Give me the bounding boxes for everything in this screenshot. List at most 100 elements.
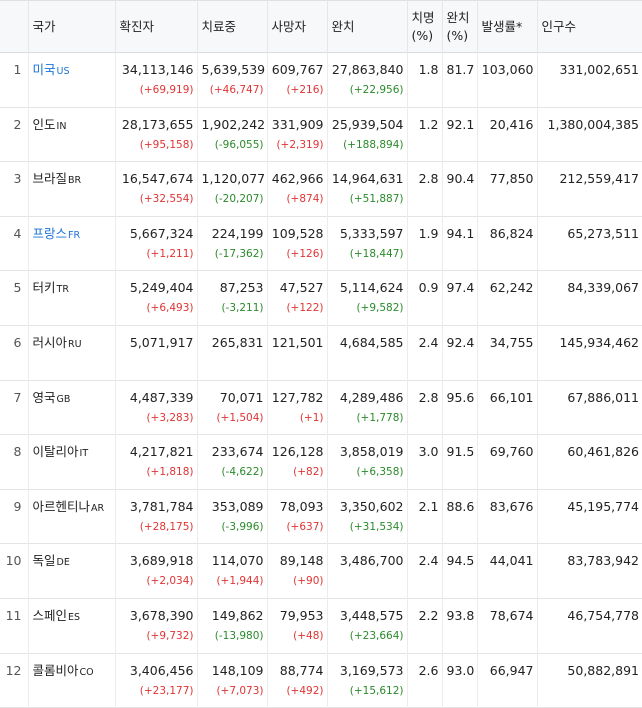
deaths-cell: 609,767 (+216) [267, 52, 328, 108]
incidence-cell: 34,755 [477, 325, 538, 381]
confirmed-value: 3,689,918 [129, 553, 194, 569]
deaths-delta: (+90) [293, 575, 324, 588]
deaths-cell: 126,128 (+82) [267, 434, 328, 490]
rank-cell: 12 [0, 653, 29, 708]
header-confirmed[interactable]: 확진자 [115, 0, 198, 53]
confirmed-delta: (+1,818) [146, 466, 194, 479]
header-fatality[interactable]: 치명 (%) [407, 0, 443, 53]
incidence-cell: 20,416 [477, 107, 538, 162]
confirmed-cell: 4,217,821 (+1,818) [115, 434, 198, 490]
recovered-value: 5,333,597 [339, 225, 404, 241]
confirmed-cell: 28,173,655 (+95,158) [115, 107, 198, 162]
country-cell: 러시아RU [28, 325, 116, 381]
recovered-value: 3,858,019 [339, 444, 404, 460]
treating-delta: (+46,747) [209, 84, 264, 96]
recovered-cell: 25,939,504 (+188,894) [327, 107, 408, 162]
country-name[interactable]: 프랑스 [33, 226, 68, 241]
country-cell: 독일DE [28, 543, 116, 599]
recovered-value: 5,114,624 [339, 280, 404, 296]
deaths-value: 89,148 [279, 553, 324, 569]
recovered-value: 4,684,585 [339, 334, 404, 350]
recovered-value: 3,169,573 [339, 662, 404, 678]
header-deaths[interactable]: 사망자 [267, 0, 328, 53]
deaths-delta: (+216) [286, 84, 324, 96]
header-country[interactable]: 국가 [28, 0, 116, 53]
confirmed-delta: (+2,034) [146, 575, 194, 588]
recovered-cell: 3,858,019 (+6,358) [327, 434, 408, 490]
treating-value: 87,253 [219, 280, 264, 296]
incidence-cell: 83,676 [477, 489, 538, 544]
recovery-rate-cell: 93.0 [442, 653, 478, 708]
country-cell[interactable]: 미국US [28, 52, 116, 108]
treating-cell: 233,674 (-4,622) [197, 434, 268, 490]
deaths-value: 78,093 [279, 498, 324, 514]
fatality-cell: 1.2 [407, 107, 443, 162]
table-row: 11 스페인ES 3,678,390 (+9,732) 149,862 (-13,980)… [0, 598, 642, 654]
confirmed-delta: (+32,554) [139, 193, 194, 206]
header-population[interactable]: 인구수 [537, 1, 642, 53]
country-code: GB [56, 393, 71, 405]
confirmed-delta: (+69,919) [139, 84, 194, 96]
country-name: 러시아 [32, 334, 68, 350]
header-treating[interactable]: 치료중 [197, 0, 268, 53]
recovered-value: 27,863,840 [331, 62, 404, 77]
fatality-cell: 3.0 [407, 434, 443, 490]
incidence-cell: 86,824 [477, 216, 538, 271]
recovery-rate-cell: 97.4 [442, 270, 478, 326]
incidence-cell: 66,947 [477, 653, 538, 708]
population-cell: 67,886,011 [567, 389, 639, 405]
country-name: 터키 [32, 280, 56, 296]
header-fatality-line1: 치명 [411, 9, 435, 25]
header-recovered[interactable]: 완치 [327, 0, 408, 53]
recovered-delta: (+1,778) [356, 411, 404, 424]
treating-delta: (+1,944) [216, 575, 264, 588]
header-incidence[interactable]: 발생률* [477, 0, 538, 53]
incidence-cell: 69,760 [477, 434, 538, 490]
population-cell: 331,002,651 [559, 62, 639, 77]
deaths-delta: (+126) [286, 247, 324, 260]
rank-cell: 3 [0, 161, 29, 217]
covid-stats-table: 국가 확진자 치료중 사망자 완치 치명 (%) 완치 (%) 발생률* 인구수 1… [0, 0, 642, 708]
incidence-cell: 66,101 [477, 380, 538, 435]
confirmed-cell: 3,781,784 (+28,175) [115, 489, 198, 544]
country-code: FR [68, 229, 81, 241]
country-code: IT [79, 448, 89, 460]
population-cell: 212,559,417 [559, 171, 639, 187]
confirmed-value: 4,217,821 [129, 444, 194, 460]
country-name: 영국 [32, 389, 56, 405]
country-code: IN [56, 120, 67, 132]
deaths-delta: (+48) [293, 629, 324, 642]
treating-value: 265,831 [211, 334, 264, 350]
treating-value: 1,902,242 [201, 116, 266, 132]
rank-cell: 1 [0, 52, 29, 108]
deaths-delta: (+82) [293, 466, 324, 479]
country-code: BR [68, 175, 82, 187]
treating-delta: (-13,980) [214, 629, 264, 642]
treating-cell: 1,902,242 (-96,055) [197, 107, 268, 162]
rank-cell: 10 [0, 543, 29, 599]
country-cell[interactable]: 프랑스FR [28, 216, 116, 271]
confirmed-value: 4,487,339 [129, 389, 194, 405]
country-name[interactable]: 미국 [33, 62, 56, 77]
rank-cell: 4 [0, 216, 29, 271]
table-row: 3 브라질BR 16,547,674 (+32,554) 1,120,077 (-20,2… [0, 161, 642, 217]
fatality-cell: 2.1 [407, 489, 443, 544]
country-name: 스페인 [32, 607, 68, 623]
header-recovery-rate[interactable]: 완치 (%) [442, 0, 478, 53]
deaths-cell: 47,527 (+122) [267, 270, 328, 326]
treating-value: 148,109 [211, 662, 264, 678]
treating-value: 114,070 [211, 553, 264, 569]
confirmed-cell: 3,689,918 (+2,034) [115, 543, 198, 599]
header-fatality-line2: (%) [411, 27, 434, 43]
deaths-delta: (+637) [286, 520, 324, 533]
deaths-value: 127,782 [271, 389, 324, 405]
deaths-cell: 331,909 (+2,319) [267, 107, 328, 162]
rank-cell: 2 [0, 107, 29, 162]
table-row: 7 영국GB 4,487,339 (+3,283) 70,071 (+1,504) 127,… [0, 380, 642, 435]
confirmed-cell: 16,547,674 (+32,554) [115, 161, 198, 217]
recovered-delta: (+6,358) [356, 466, 404, 479]
population-cell: 65,273,511 [567, 225, 639, 241]
deaths-delta: (+2,319) [276, 138, 324, 151]
population-cell: 145,934,462 [559, 334, 639, 350]
confirmed-delta: (+6,493) [146, 302, 194, 315]
